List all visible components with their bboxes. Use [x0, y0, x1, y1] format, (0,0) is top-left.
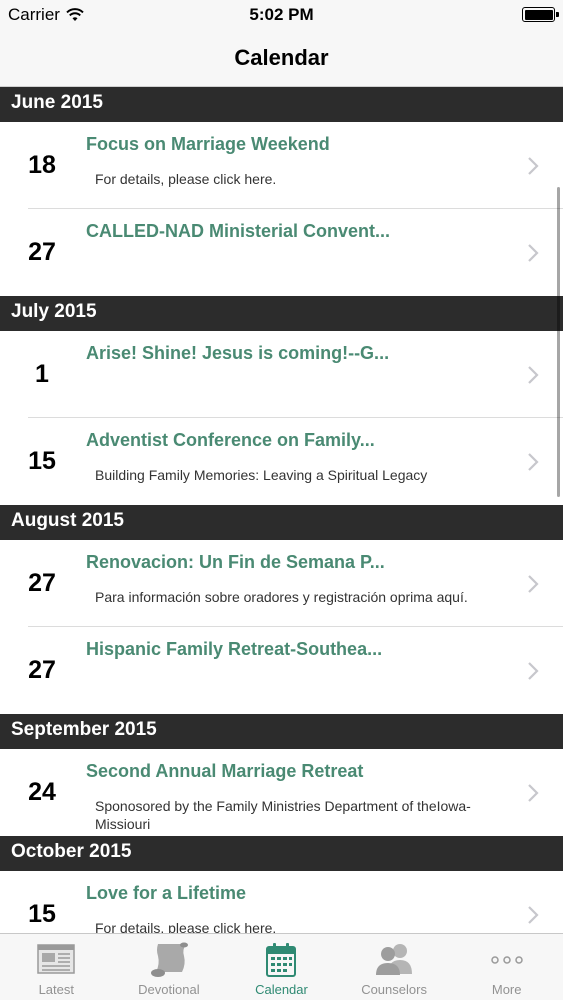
chevron-right-icon — [528, 905, 539, 924]
event-row[interactable]: 15 Adventist Conference on Family... Bui… — [0, 418, 563, 505]
event-title: CALLED-NAD Ministerial Convent... — [86, 221, 391, 241]
navigation-bar: Calendar — [0, 30, 563, 87]
tab-label: Counselors — [361, 982, 427, 997]
battery-icon — [522, 7, 559, 22]
event-description: Para información sobre oradores y regist… — [95, 589, 468, 605]
event-title: Hispanic Family Retreat-Southea... — [86, 639, 383, 659]
event-description: For details, please click here. — [95, 920, 277, 933]
calendar-list[interactable]: June 2015 18 Focus on Marriage Weekend F… — [0, 87, 563, 933]
status-time: 5:02 PM — [249, 5, 314, 24]
newspaper-icon — [37, 944, 76, 974]
scroll-icon — [150, 942, 188, 977]
event-row[interactable]: 24 Second Annual Marriage Retreat Sponos… — [0, 749, 563, 836]
event-description: For details, please click here. — [95, 171, 277, 187]
event-title: Renovacion: Un Fin de Semana P... — [86, 552, 385, 572]
section-header-june-2015: June 2015 — [0, 87, 563, 122]
more-dots-icon — [490, 956, 523, 964]
tab-devotional[interactable]: Devotional — [113, 934, 226, 1000]
section-header-october-2015: October 2015 — [0, 836, 563, 871]
event-row[interactable]: 27 Hispanic Family Retreat-Southea... — [0, 627, 563, 714]
tab-calendar[interactable]: Calendar — [225, 934, 338, 1000]
chevron-right-icon — [528, 243, 539, 262]
calendar-icon — [266, 943, 297, 977]
tab-counselors[interactable]: Counselors — [338, 934, 451, 1000]
event-row[interactable]: 27 CALLED-NAD Ministerial Convent... — [0, 209, 563, 296]
event-day: 1 — [35, 360, 49, 388]
chevron-right-icon — [528, 365, 539, 384]
event-row[interactable]: 1 Arise! Shine! Jesus is coming!--G... — [0, 331, 563, 418]
tab-more[interactable]: More — [450, 934, 563, 1000]
event-title: Arise! Shine! Jesus is coming!--G... — [86, 343, 390, 363]
event-day: 27 — [28, 569, 56, 597]
tab-label: More — [491, 982, 522, 997]
event-title: Second Annual Marriage Retreat — [86, 761, 364, 781]
scrollbar[interactable] — [557, 187, 560, 497]
event-day: 27 — [28, 238, 56, 266]
chevron-right-icon — [528, 783, 539, 802]
event-day: 15 — [28, 447, 56, 475]
event-row[interactable]: 27 Renovacion: Un Fin de Semana P... Par… — [0, 540, 563, 627]
page-title: Calendar — [234, 45, 329, 70]
chevron-right-icon — [528, 574, 539, 593]
event-day: 15 — [28, 900, 56, 928]
section-header-august-2015: August 2015 — [0, 505, 563, 540]
chevron-right-icon — [528, 661, 539, 680]
event-row[interactable]: 15 Love for a Lifetime For details, plea… — [0, 871, 563, 933]
section-header-july-2015: July 2015 — [0, 296, 563, 331]
event-title: Love for a Lifetime — [86, 883, 247, 903]
event-day: 18 — [28, 151, 56, 179]
event-row[interactable]: 18 Focus on Marriage Weekend For details… — [0, 122, 563, 209]
event-title: Adventist Conference on Family... — [86, 430, 375, 450]
chevron-right-icon — [528, 156, 539, 175]
event-day: 24 — [28, 778, 56, 806]
tab-label: Devotional — [138, 982, 200, 997]
event-description: Building Family Memories: Leaving a Spir… — [95, 467, 428, 483]
tab-latest[interactable]: Latest — [0, 934, 113, 1000]
section-header-september-2015: September 2015 — [0, 714, 563, 749]
tab-bar: Latest Devotional Calendar Counselors Mo… — [0, 933, 563, 1000]
tab-label: Latest — [38, 982, 74, 997]
tab-label: Calendar — [255, 982, 308, 997]
status-bar: Carrier 5:02 PM — [0, 0, 563, 30]
people-icon — [376, 944, 413, 975]
event-day: 27 — [28, 656, 56, 684]
event-title: Focus on Marriage Weekend — [86, 134, 330, 154]
event-description: Sponosored by the Family Ministries Depa… — [95, 798, 471, 832]
chevron-right-icon — [528, 452, 539, 471]
